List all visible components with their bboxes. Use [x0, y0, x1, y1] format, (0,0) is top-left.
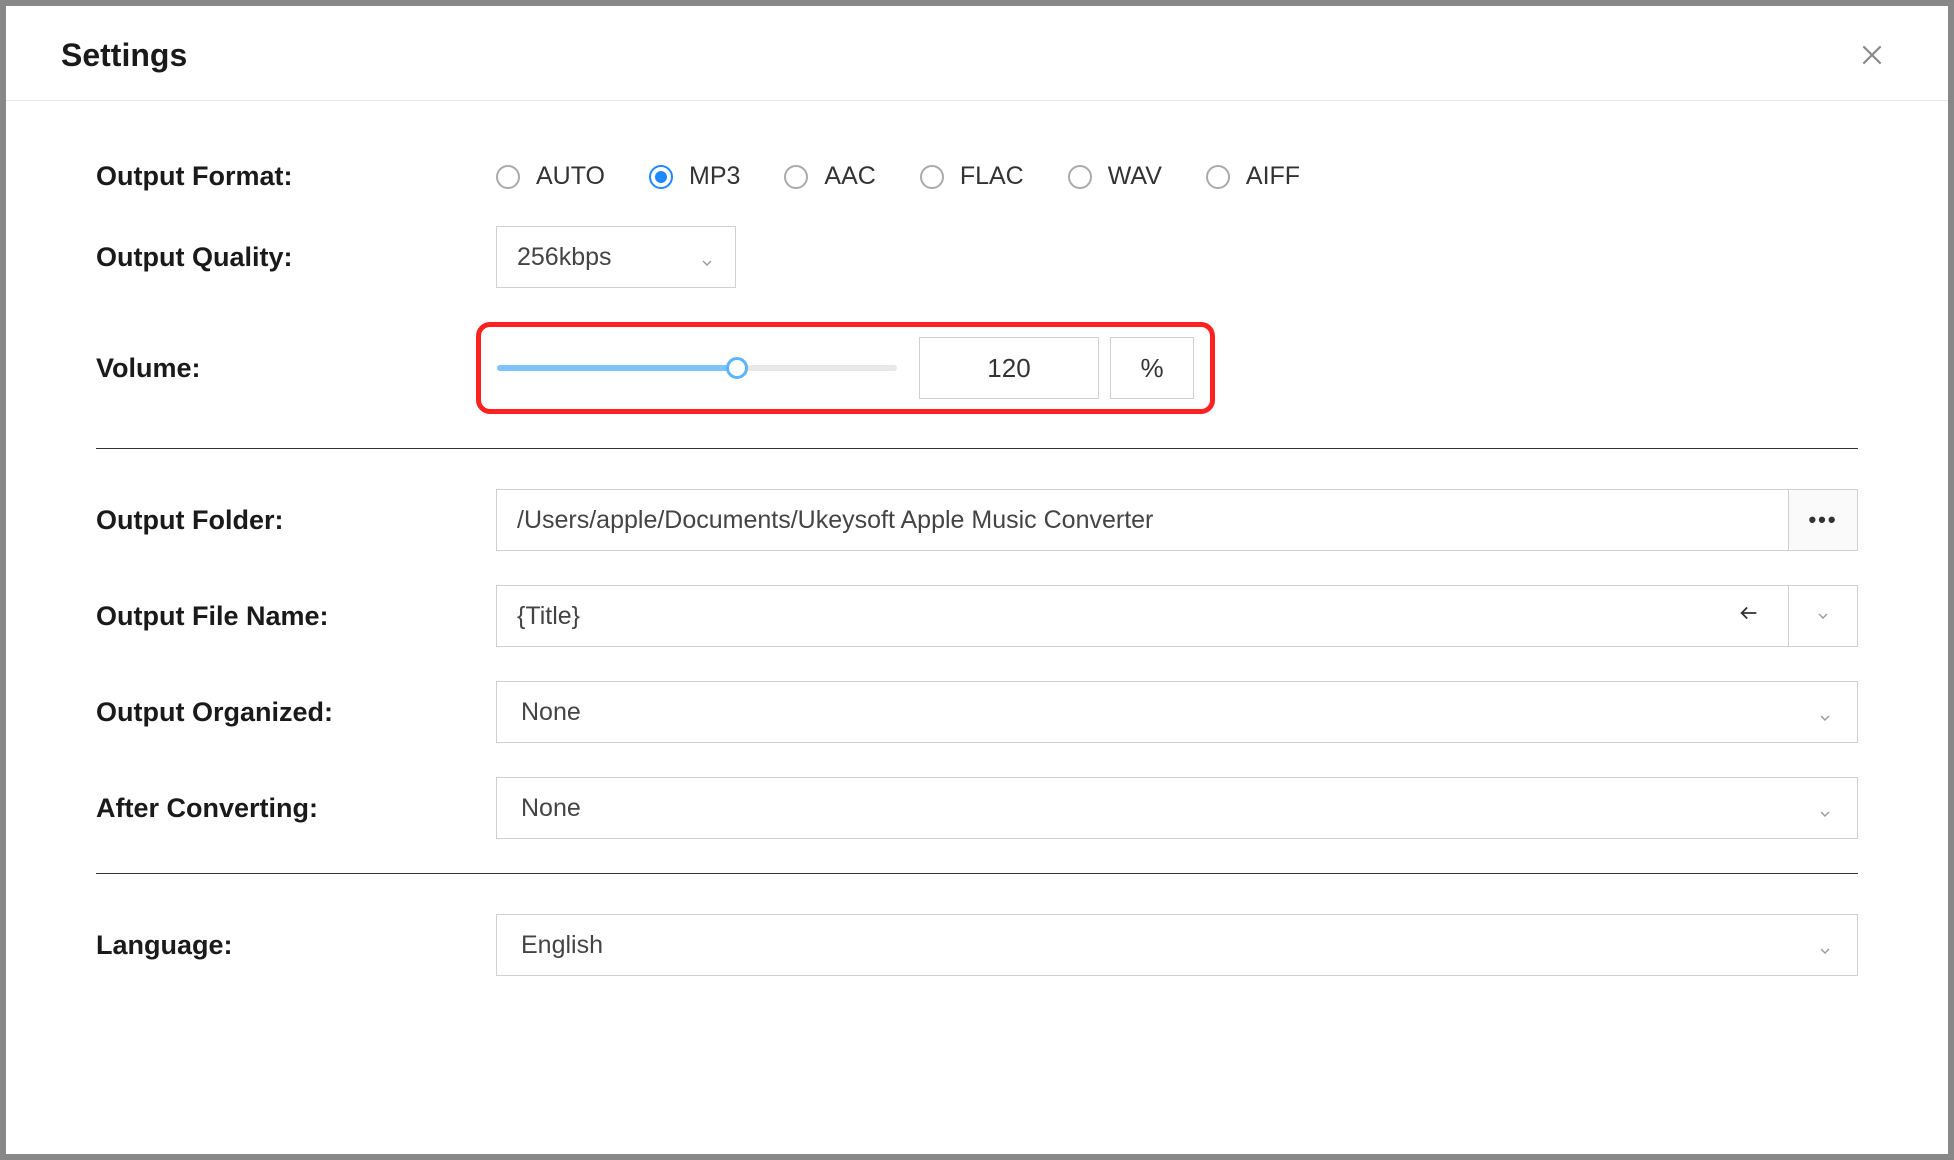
chevron-down-icon: [1817, 704, 1833, 720]
volume-unit: %: [1110, 337, 1194, 399]
after-converting-value: None: [521, 794, 581, 823]
radio-wav[interactable]: WAV: [1068, 162, 1162, 191]
label-output-folder: Output Folder:: [96, 505, 496, 536]
label-output-quality: Output Quality:: [96, 242, 496, 273]
output-folder-browse-button[interactable]: •••: [1788, 489, 1858, 551]
arrow-left-icon[interactable]: [1738, 602, 1768, 631]
output-filename-dropdown-button[interactable]: [1788, 585, 1858, 647]
row-output-filename: Output File Name: {Title}: [96, 585, 1858, 647]
language-value: English: [521, 931, 603, 960]
radio-label: AAC: [824, 162, 875, 191]
close-icon: [1859, 42, 1885, 68]
radio-label: FLAC: [960, 162, 1024, 191]
output-folder-wrap: /Users/apple/Documents/Ukeysoft Apple Mu…: [496, 489, 1858, 551]
ellipsis-icon: •••: [1808, 507, 1837, 533]
divider: [96, 448, 1858, 449]
radio-circle-icon: [1068, 165, 1092, 189]
close-button[interactable]: [1851, 34, 1893, 76]
row-after-converting: After Converting: None: [96, 777, 1858, 839]
output-format-radios: AUTO MP3 AAC FLAC WAV: [496, 162, 1300, 191]
output-filename-input[interactable]: {Title}: [496, 585, 1789, 647]
radio-circle-icon: [649, 165, 673, 189]
label-output-organized: Output Organized:: [96, 697, 496, 728]
chevron-down-icon: [1817, 800, 1833, 816]
output-quality-select[interactable]: 256kbps: [496, 226, 736, 288]
volume-highlight: %: [476, 322, 1215, 414]
row-output-organized: Output Organized: None: [96, 681, 1858, 743]
chevron-down-icon: [1817, 937, 1833, 953]
dialog-title: Settings: [61, 37, 187, 74]
output-organized-select[interactable]: None: [496, 681, 1858, 743]
label-language: Language:: [96, 930, 496, 961]
radio-label: AUTO: [536, 162, 605, 191]
label-after-converting: After Converting:: [96, 793, 496, 824]
slider-thumb[interactable]: [726, 357, 748, 379]
radio-circle-icon: [496, 165, 520, 189]
divider: [96, 873, 1858, 874]
label-volume: Volume:: [96, 353, 496, 384]
output-organized-value: None: [521, 698, 581, 727]
row-output-folder: Output Folder: /Users/apple/Documents/Uk…: [96, 489, 1858, 551]
output-quality-value: 256kbps: [517, 243, 612, 272]
volume-slider[interactable]: [497, 365, 897, 371]
dialog-content: Output Format: AUTO MP3 AAC FLAC: [6, 101, 1948, 976]
output-filename-wrap: {Title}: [496, 585, 1858, 647]
output-filename-value: {Title}: [517, 602, 580, 631]
radio-aiff[interactable]: AIFF: [1206, 162, 1300, 191]
row-volume: Volume: %: [96, 322, 1858, 414]
radio-circle-icon: [784, 165, 808, 189]
after-converting-select[interactable]: None: [496, 777, 1858, 839]
radio-label: WAV: [1108, 162, 1162, 191]
chevron-down-icon: [699, 249, 715, 265]
radio-circle-icon: [920, 165, 944, 189]
output-folder-input[interactable]: /Users/apple/Documents/Ukeysoft Apple Mu…: [496, 489, 1789, 551]
row-language: Language: English: [96, 914, 1858, 976]
dialog-header: Settings: [6, 6, 1948, 101]
volume-input[interactable]: [919, 337, 1099, 399]
label-output-format: Output Format:: [96, 161, 496, 192]
language-select[interactable]: English: [496, 914, 1858, 976]
chevron-down-icon: [1815, 608, 1831, 624]
radio-mp3[interactable]: MP3: [649, 162, 740, 191]
settings-dialog: Settings Output Format: AUTO MP3: [6, 6, 1948, 1154]
radio-circle-icon: [1206, 165, 1230, 189]
row-output-quality: Output Quality: 256kbps: [96, 226, 1858, 288]
row-output-format: Output Format: AUTO MP3 AAC FLAC: [96, 161, 1858, 192]
radio-auto[interactable]: AUTO: [496, 162, 605, 191]
output-folder-value: /Users/apple/Documents/Ukeysoft Apple Mu…: [517, 506, 1153, 535]
radio-aac[interactable]: AAC: [784, 162, 875, 191]
radio-label: AIFF: [1246, 162, 1300, 191]
label-output-filename: Output File Name:: [96, 601, 496, 632]
radio-flac[interactable]: FLAC: [920, 162, 1024, 191]
radio-label: MP3: [689, 162, 740, 191]
slider-filled: [497, 365, 737, 371]
